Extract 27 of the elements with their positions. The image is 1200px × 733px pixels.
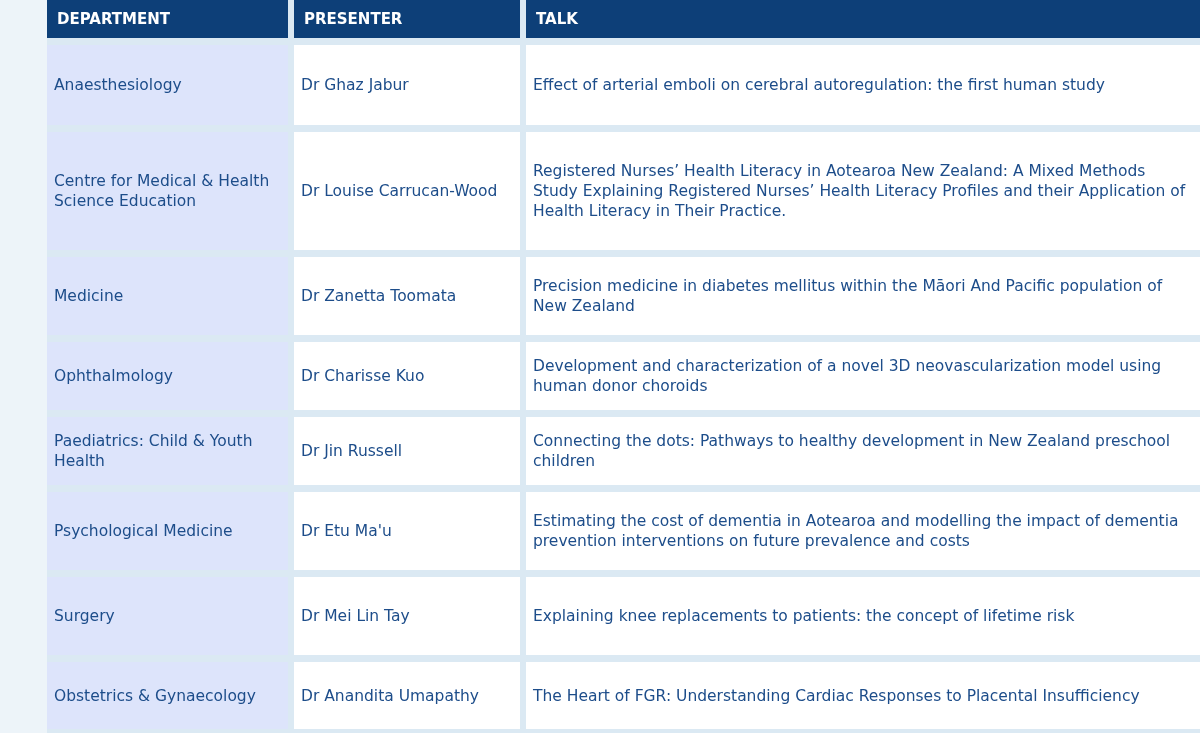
column-header: TALK <box>526 0 1200 38</box>
table-cell: Ophthalmology <box>47 342 288 410</box>
table-cell: Precision medicine in diabetes mellitus within the Māori And Pacific population of New Zealand <box>526 257 1200 335</box>
table-cell: Centre for Medical & Health Science Education <box>47 132 288 250</box>
table-cell: Anaesthesiology <box>47 45 288 125</box>
table-cell: Dr Mei Lin Tay <box>294 577 520 655</box>
table-cell: Medicine <box>47 257 288 335</box>
table-cell: Dr Zanetta Toomata <box>294 257 520 335</box>
table-cell: Effect of arterial emboli on cerebral autoregulation: the first human study <box>526 45 1200 125</box>
table-cell: Surgery <box>47 577 288 655</box>
column-header: PRESENTER <box>294 0 520 38</box>
table-cell: Connecting the dots: Pathways to healthy development in New Zealand preschool children <box>526 417 1200 485</box>
table-cell: Dr Ghaz Jabur <box>294 45 520 125</box>
table-cell: Dr Louise Carrucan-Wood <box>294 132 520 250</box>
table-cell: Paediatrics: Child & Youth Health <box>47 417 288 485</box>
table-cell: Psychological Medicine <box>47 492 288 570</box>
table-cell: Registered Nurses’ Health Literacy in Aotearoa New Zealand: A Mixed Methods Study Explaining Registered Nurses’ Health Literacy Profiles and their Application of Health Literacy in Their Practice. <box>526 132 1200 250</box>
table-cell: Development and characterization of a novel 3D neovascularization model using human donor choroids <box>526 342 1200 410</box>
table-cell: Dr Etu Ma'u <box>294 492 520 570</box>
table-cell: Explaining knee replacements to patients: the concept of lifetime risk <box>526 577 1200 655</box>
table-cell: Dr Anandita Umapathy <box>294 662 520 729</box>
table-cell: Estimating the cost of dementia in Aotearoa and modelling the impact of dementia prevention interventions on future prevalence and costs <box>526 492 1200 570</box>
table-cell: Dr Jin Russell <box>294 417 520 485</box>
table-cell: Dr Charisse Kuo <box>294 342 520 410</box>
column-header: DEPARTMENT <box>47 0 288 38</box>
table-cell: The Heart of FGR: Understanding Cardiac Responses to Placental Insufficiency <box>526 662 1200 729</box>
table-cell: Obstetrics & Gynaecology <box>47 662 288 729</box>
